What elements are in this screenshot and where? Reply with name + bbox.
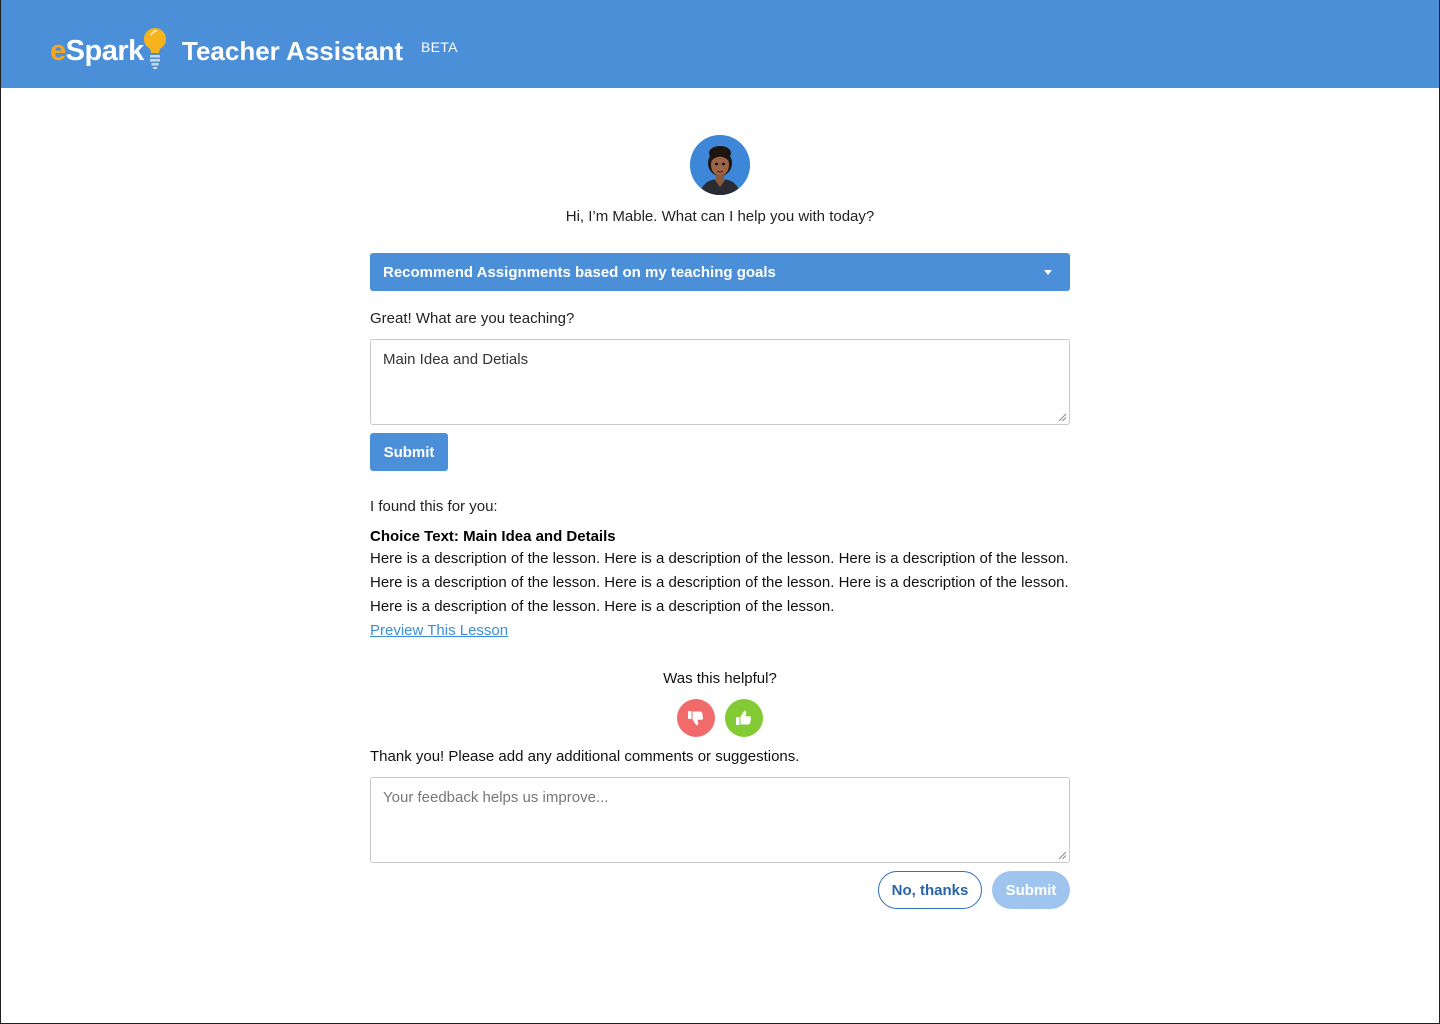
no-thanks-button[interactable]: No, thanks	[878, 871, 982, 909]
assistant-avatar	[690, 135, 750, 195]
avatar-portrait	[690, 135, 750, 195]
result-intro: I found this for you:	[370, 498, 498, 515]
resize-grip-icon[interactable]	[1058, 413, 1067, 422]
espark-logo[interactable]: eSpark	[50, 22, 168, 72]
task-select-dropdown[interactable]: Recommend Assignments based on my teachi…	[370, 253, 1070, 291]
lesson-description: Here is a description of the lesson. Her…	[370, 550, 1069, 615]
lightbulb-icon	[143, 28, 166, 69]
teaching-topic-value: Main Idea and Detials	[383, 351, 529, 368]
thumbs-up-button[interactable]	[725, 699, 763, 737]
logo-wordmark: eSpark	[50, 35, 144, 67]
beta-badge: BETA	[421, 39, 458, 55]
feedback-input[interactable]: Your feedback helps us improve...	[370, 777, 1070, 863]
teaching-question: Great! What are you teaching?	[370, 310, 575, 327]
feedback-question: Was this helpful?	[663, 670, 777, 687]
caret-down-icon	[1044, 269, 1052, 275]
submit-feedback-button[interactable]: Submit	[992, 871, 1070, 909]
resize-grip-icon[interactable]	[1058, 851, 1067, 860]
assistant-greeting: Hi, I’m Mable. What can I help you with …	[565, 208, 875, 225]
feedback-thanks-text: Thank you! Please add any additional com…	[370, 748, 800, 765]
submit-teaching-button[interactable]: Submit	[370, 433, 448, 471]
teaching-topic-input[interactable]: Main Idea and Detials	[370, 339, 1070, 425]
app-header: eSpark Teacher Assistant BETA	[0, 0, 1440, 88]
thumbs-up-icon	[736, 710, 751, 725]
thumbs-down-button[interactable]	[677, 699, 715, 737]
lesson-title: Choice Text: Main Idea and Details	[370, 528, 616, 545]
task-select-value: Recommend Assignments based on my teachi…	[383, 263, 776, 281]
thumbs-down-icon	[688, 711, 703, 726]
app-title: Teacher Assistant	[182, 36, 404, 66]
feedback-placeholder: Your feedback helps us improve...	[383, 789, 609, 806]
preview-lesson-link[interactable]: Preview This Lesson	[370, 620, 508, 642]
